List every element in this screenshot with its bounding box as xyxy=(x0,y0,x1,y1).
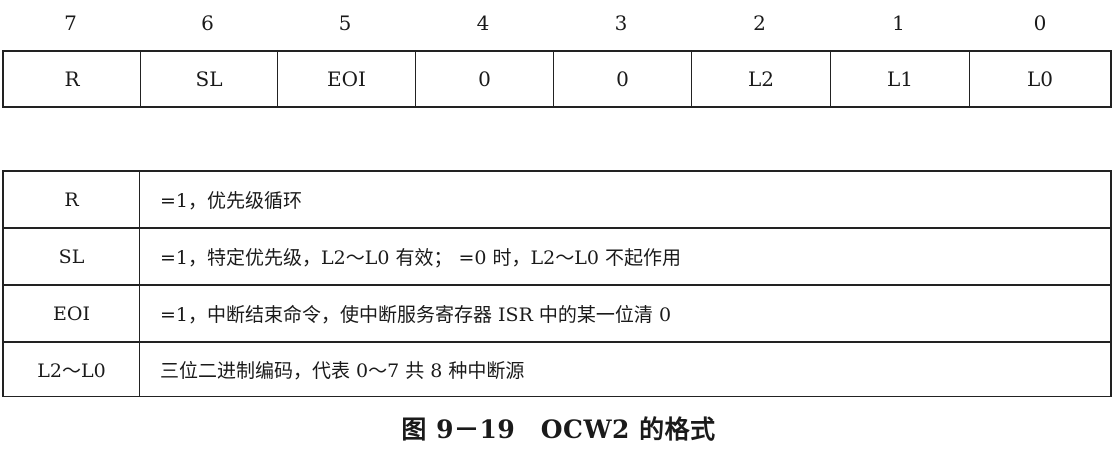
table-row: EOI =1，中断结束命令，使中断服务寄存器 ISR 中的某一位清 0 xyxy=(4,286,1110,343)
field-name: EOI xyxy=(4,286,140,341)
bit-number-7: 7 xyxy=(64,11,77,35)
bit-field-l2: L2 xyxy=(692,52,831,106)
bit-number-4: 4 xyxy=(476,11,490,35)
field-name: R xyxy=(4,172,140,227)
field-description: =1，特定优先级，L2～L0 有效； =0 时，L2～L0 不起作用 xyxy=(160,247,681,269)
bit-field-bit4: 0 xyxy=(416,52,554,106)
bit-number-header: 7 6 5 4 3 2 1 0 xyxy=(2,6,1112,40)
table-row: SL =1，特定优先级，L2～L0 有效； =0 时，L2～L0 不起作用 xyxy=(4,229,1110,286)
bit-number-2: 2 xyxy=(753,11,766,35)
bit-number-5: 5 xyxy=(338,11,352,35)
field-description-table: R =1，优先级循环 SL =1，特定优先级，L2～L0 有效； =0 时，L2… xyxy=(2,170,1112,397)
field-name: L2～L0 xyxy=(4,343,140,396)
field-description: 三位二进制编码，代表 0～7 共 8 种中断源 xyxy=(160,360,525,382)
table-row: R =1，优先级循环 xyxy=(4,172,1110,229)
bit-number-1: 1 xyxy=(892,11,905,35)
bit-field-eoi: EOI xyxy=(278,52,416,106)
bit-field-l0: L0 xyxy=(1026,67,1053,91)
field-description: =1，优先级循环 xyxy=(160,190,303,212)
bit-field-bit3: 0 xyxy=(554,52,692,106)
ocw2-bit-field-row: R SL EOI 0 0 L2 L1 L0 xyxy=(2,50,1112,108)
bit-field-l1: L1 xyxy=(831,52,970,106)
field-description: =1，中断结束命令，使中断服务寄存器 ISR 中的某一位清 0 xyxy=(160,304,672,326)
bit-field-sl: SL xyxy=(141,52,278,106)
bit-field-r: R xyxy=(4,52,141,106)
bit-number-0: 0 xyxy=(1033,11,1047,35)
table-row: L2～L0 三位二进制编码，代表 0～7 共 8 种中断源 xyxy=(4,343,1110,397)
figure-caption: 图 9－19 OCW2 的格式 xyxy=(401,415,716,444)
field-name: SL xyxy=(4,229,140,284)
bit-number-3: 3 xyxy=(614,11,628,35)
bit-number-6: 6 xyxy=(201,11,214,35)
